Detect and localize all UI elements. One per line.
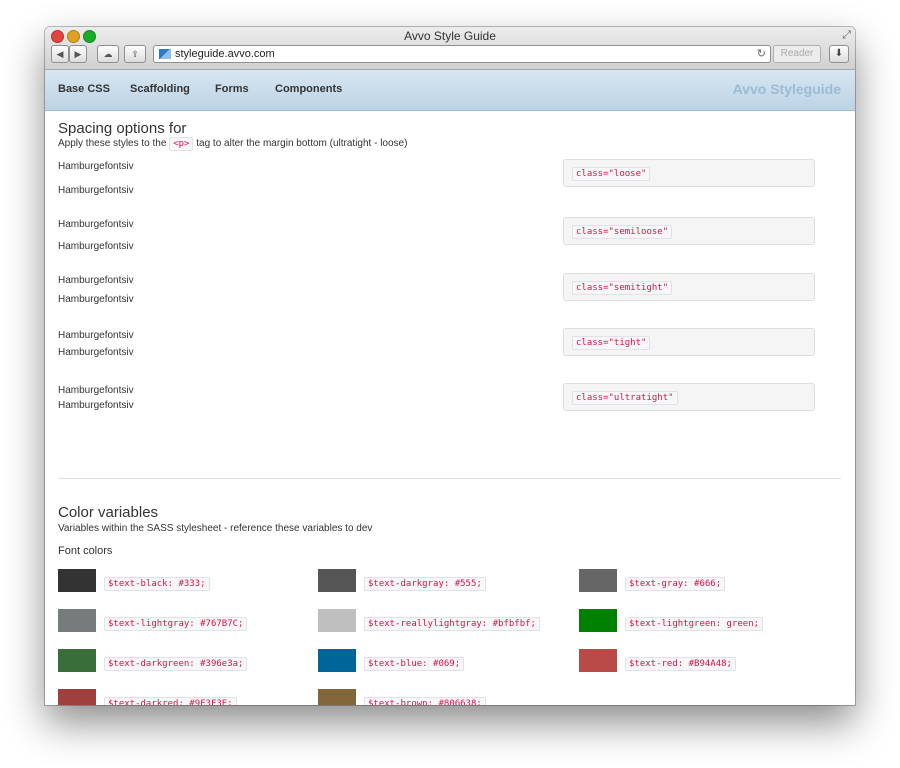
- reader-button[interactable]: Reader: [773, 45, 821, 63]
- colors-description: Variables within the SASS stylesheet - r…: [58, 523, 373, 534]
- sample-text: Hamburgefontsiv: [58, 330, 134, 341]
- sample-text: Hamburgefontsiv: [58, 241, 134, 252]
- back-arrow-icon: ◀: [56, 49, 64, 59]
- nav-base-css[interactable]: Base CSS: [58, 83, 110, 95]
- class-code: class="ultratight": [572, 391, 678, 405]
- color-swatch-red: [579, 649, 617, 672]
- color-swatch-darkgray: [318, 569, 356, 592]
- spacing-desc-prefix: Apply these styles to the: [58, 138, 167, 149]
- title-bar: Avvo Style Guide ⤢ ◀ ▶ ☁ ⇪ styleguide.av…: [45, 27, 855, 70]
- color-label: $text-darkred: #9F3F3E;: [104, 693, 237, 705]
- color-label: $text-blue: #069;: [364, 653, 465, 671]
- color-label: $text-lightgreen: green;: [625, 613, 764, 631]
- code-box-loose: class="loose": [563, 159, 815, 187]
- color-label: $text-brown: #806638;: [364, 693, 486, 705]
- color-swatch-lightgray: [58, 609, 96, 632]
- p-tag-code: <p>: [169, 137, 194, 151]
- nav-forms[interactable]: Forms: [215, 83, 249, 95]
- code-box-ultratight: class="ultratight": [563, 383, 815, 411]
- color-swatch-lightgreen: [579, 609, 617, 632]
- forward-button[interactable]: ▶: [69, 45, 87, 63]
- sample-text: Hamburgefontsiv: [58, 400, 134, 411]
- color-label: $text-darkgray: #555;: [364, 573, 486, 591]
- color-label: $text-darkgreen: #396e3a;: [104, 653, 248, 671]
- class-code: class="loose": [572, 167, 651, 181]
- spacing-desc-suffix: tag to alter the margin bottom (ultratig…: [196, 138, 408, 149]
- fullscreen-icon[interactable]: ⤢: [842, 29, 851, 42]
- section-divider: [58, 478, 841, 479]
- code-box-tight: class="tight": [563, 328, 815, 356]
- spacing-title: Spacing options for: [58, 120, 187, 137]
- code-box-semitight: class="semitight": [563, 273, 815, 301]
- reload-icon[interactable]: ↻: [757, 46, 766, 62]
- window-title: Avvo Style Guide: [404, 29, 496, 43]
- nav-scaffolding[interactable]: Scaffolding: [130, 83, 190, 95]
- back-button[interactable]: ◀: [51, 45, 69, 63]
- color-label: $text-gray: #666;: [625, 573, 726, 591]
- share-button[interactable]: ⇪: [124, 45, 146, 63]
- downloads-button[interactable]: ⬇: [829, 45, 849, 63]
- color-swatch-gray: [579, 569, 617, 592]
- sample-text: Hamburgefontsiv: [58, 161, 134, 172]
- sample-text: Hamburgefontsiv: [58, 275, 134, 286]
- code-box-semiloose: class="semiloose": [563, 217, 815, 245]
- url-text: styleguide.avvo.com: [175, 48, 275, 60]
- class-code: class="semitight": [572, 281, 673, 295]
- share-icon: ⇪: [131, 49, 139, 59]
- download-icon: ⬇: [834, 48, 844, 59]
- sample-text: Hamburgefontsiv: [58, 385, 134, 396]
- colors-title: Color variables: [58, 504, 159, 521]
- spacing-description: Apply these styles to the <p> tag to alt…: [58, 137, 408, 151]
- color-swatch-reallylightgray: [318, 609, 356, 632]
- cloud-icon: ☁: [103, 49, 113, 59]
- color-label: $text-reallylightgray: #bfbfbf;: [364, 613, 540, 631]
- color-swatch-brown: [318, 689, 356, 705]
- color-label: $text-red: #B94A48;: [625, 653, 736, 671]
- class-code: class="semiloose": [572, 225, 673, 239]
- color-swatch-darkred: [58, 689, 96, 705]
- address-bar[interactable]: styleguide.avvo.com ↻: [153, 45, 771, 63]
- color-swatch-black: [58, 569, 96, 592]
- color-swatch-darkgreen: [58, 649, 96, 672]
- sample-text: Hamburgefontsiv: [58, 294, 134, 305]
- sample-text: Hamburgefontsiv: [58, 219, 134, 230]
- favicon-icon: [159, 49, 171, 59]
- color-swatch-blue: [318, 649, 356, 672]
- sample-text: Hamburgefontsiv: [58, 347, 134, 358]
- brand-logo[interactable]: Avvo Styleguide: [733, 81, 841, 97]
- browser-window: Avvo Style Guide ⤢ ◀ ▶ ☁ ⇪ styleguide.av…: [45, 27, 855, 705]
- forward-arrow-icon: ▶: [74, 49, 82, 59]
- color-label: $text-black: #333;: [104, 573, 210, 591]
- class-code: class="tight": [572, 336, 651, 350]
- font-colors-heading: Font colors: [58, 545, 113, 557]
- nav-components[interactable]: Components: [275, 83, 342, 95]
- color-label: $text-lightgray: #767B7C;: [104, 613, 248, 631]
- sample-text: Hamburgefontsiv: [58, 185, 134, 196]
- site-navbar: Base CSS Scaffolding Forms Components Av…: [45, 70, 855, 111]
- cloud-tabs-button[interactable]: ☁: [97, 45, 119, 63]
